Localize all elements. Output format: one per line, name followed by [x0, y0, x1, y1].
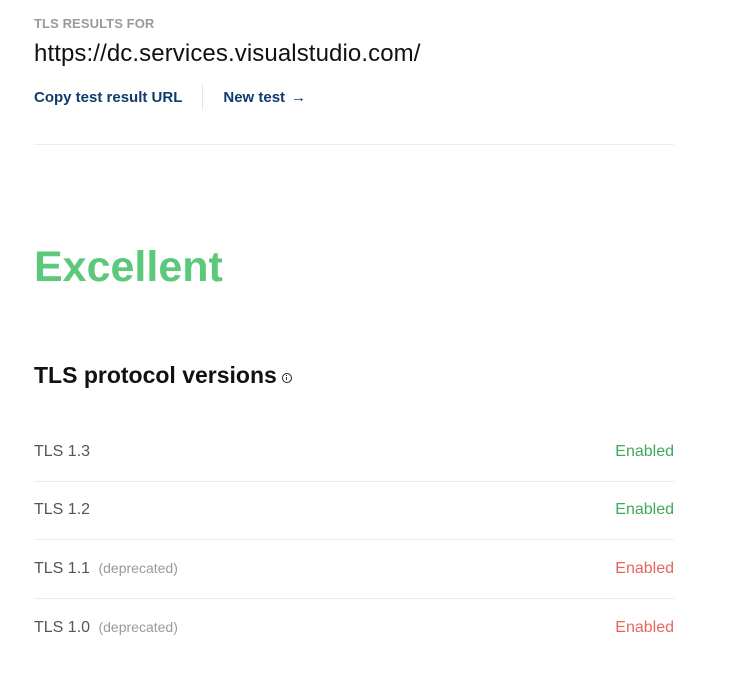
protocols-title-text: TLS protocol versions	[34, 362, 277, 388]
protocol-list: TLS 1.3 Enabled TLS 1.2 Enabled TLS 1.1 …	[34, 423, 674, 657]
results-eyebrow: TLS RESULTS FOR	[34, 16, 155, 31]
protocol-status: Enabled	[615, 618, 674, 636]
arrow-right-icon: →	[291, 88, 307, 106]
deprecated-note: (deprecated)	[98, 618, 178, 635]
new-test-label: New test	[223, 88, 286, 106]
new-test-link[interactable]: New test →	[223, 89, 306, 106]
protocol-status: Enabled	[615, 442, 674, 460]
protocol-label: TLS 1.2	[34, 501, 91, 519]
result-actions: Copy test result URL New test →	[34, 83, 306, 111]
copy-result-url-link[interactable]: Copy test result URL	[34, 89, 182, 106]
protocol-row-tls12: TLS 1.2 Enabled	[34, 482, 674, 540]
page: TLS RESULTS FOR https://dc.services.visu…	[0, 0, 731, 680]
deprecated-note: (deprecated)	[98, 559, 178, 576]
protocol-label: TLS 1.0	[34, 618, 91, 636]
protocol-row-tls11: TLS 1.1 (deprecated) Enabled	[34, 540, 674, 599]
protocols-section-title: TLS protocol versions	[34, 362, 292, 389]
protocol-row-tls13: TLS 1.3 Enabled	[34, 423, 674, 482]
protocol-status: Enabled	[615, 559, 674, 577]
tested-url: https://dc.services.visualstudio.com/	[34, 40, 421, 67]
protocol-label: TLS 1.1	[34, 559, 91, 577]
grade-label: Excellent	[34, 243, 223, 291]
actions-divider	[202, 84, 204, 110]
protocol-status: Enabled	[615, 501, 674, 519]
info-icon[interactable]	[281, 372, 292, 383]
protocol-label: TLS 1.3	[34, 442, 91, 460]
protocol-row-tls10: TLS 1.0 (deprecated) Enabled	[34, 599, 674, 658]
header-divider	[34, 144, 674, 145]
